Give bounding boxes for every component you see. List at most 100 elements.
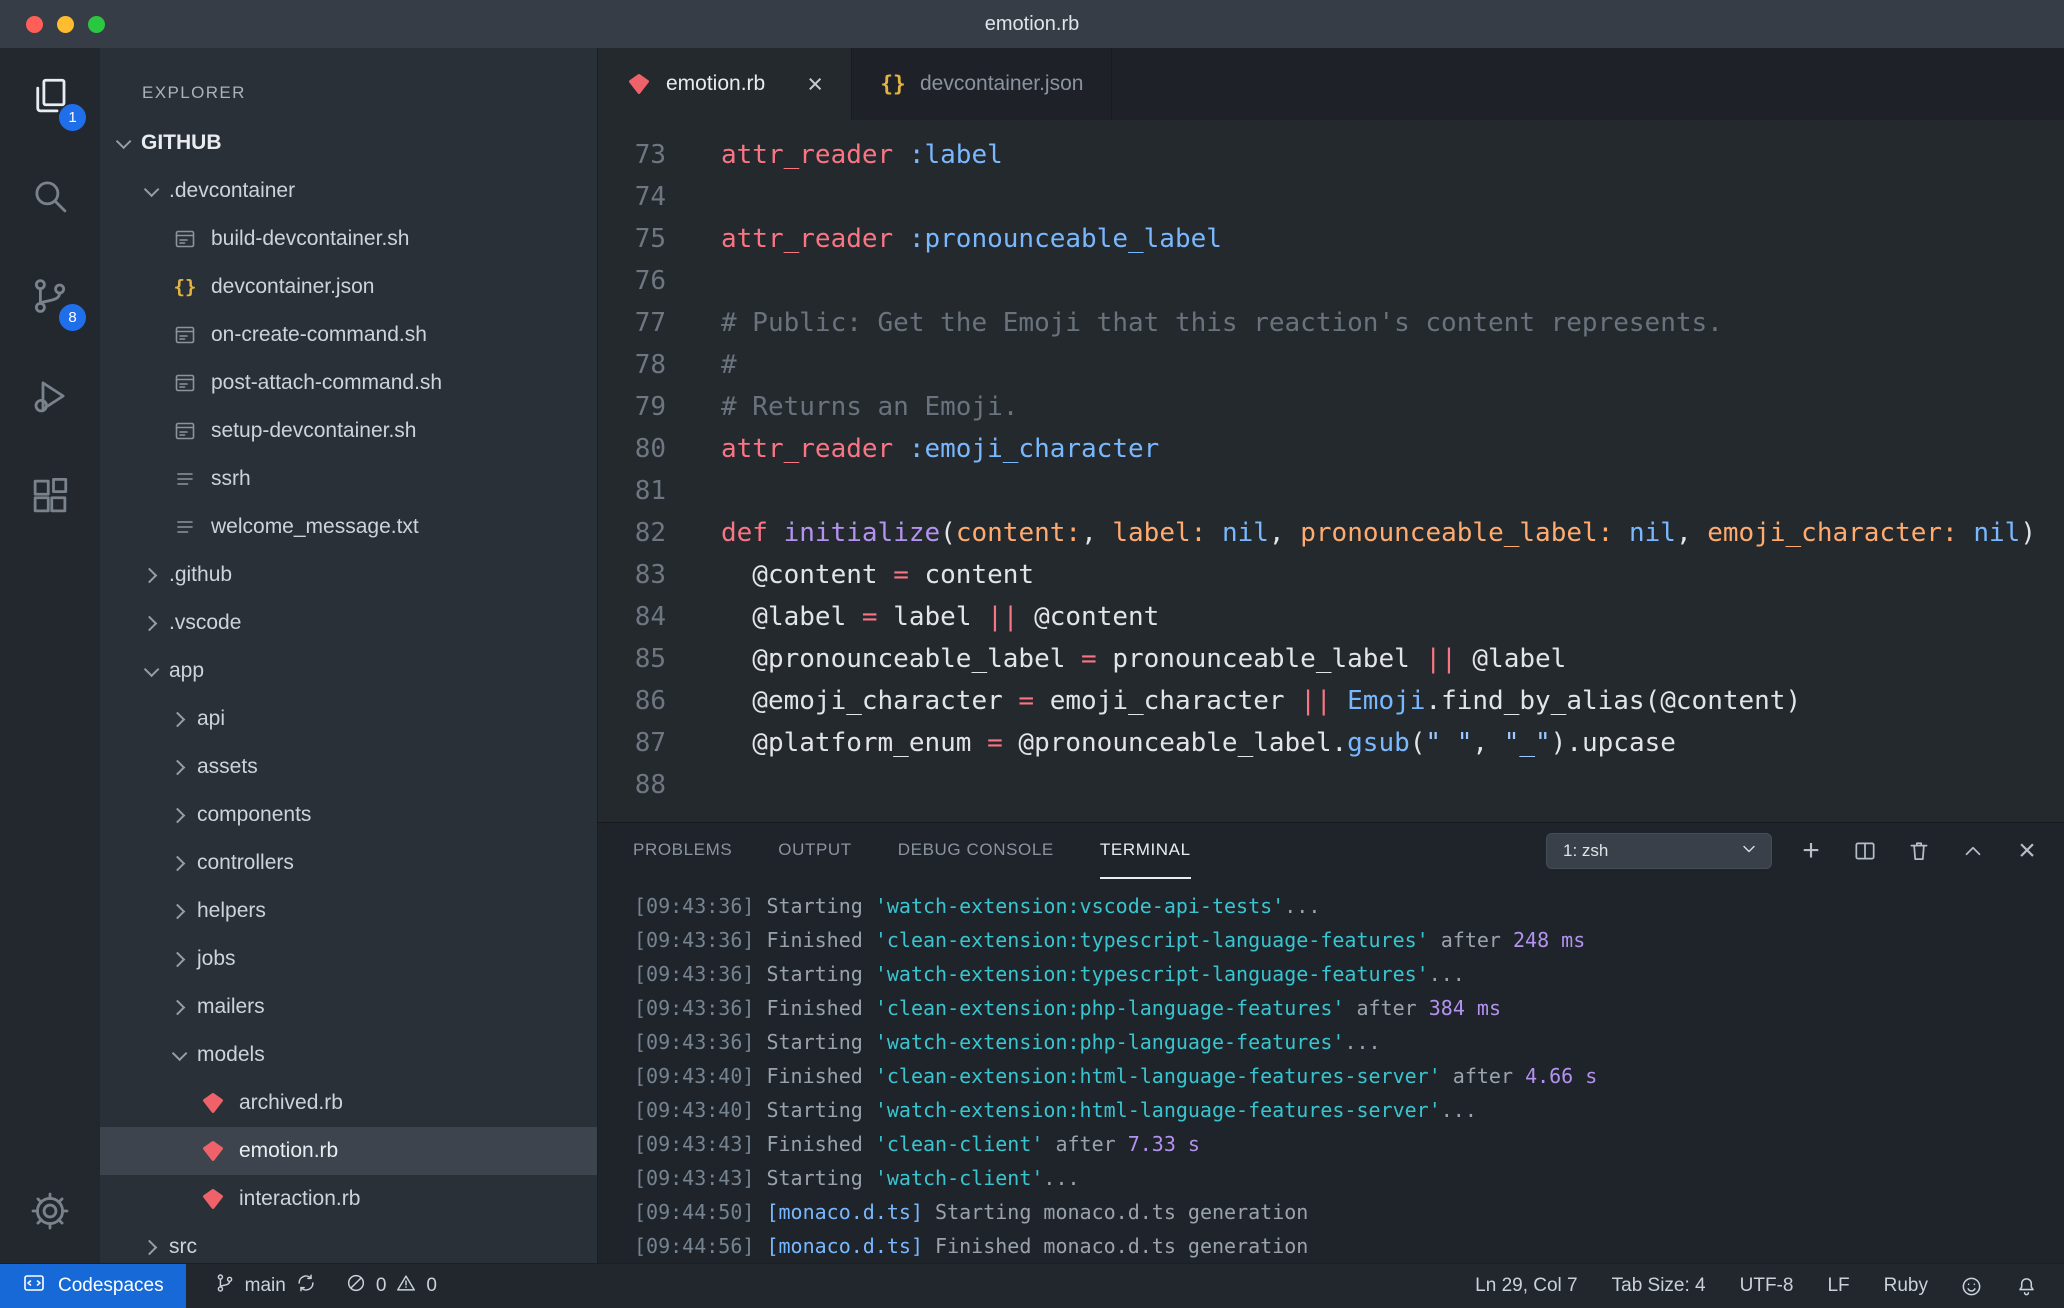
- tree-item-src[interactable]: src: [100, 1223, 597, 1263]
- terminal-token: [09:43:36]: [634, 928, 767, 952]
- code-line[interactable]: 87 @platform_enum = @pronounceable_label…: [598, 722, 2064, 764]
- terminal-line: [09:43:36] Starting 'watch-extension:vsc…: [634, 889, 2064, 923]
- tree-root-github[interactable]: GITHUB: [100, 119, 597, 167]
- tree-item-jobs[interactable]: jobs: [100, 935, 597, 983]
- code-line[interactable]: 73 attr_reader :label: [598, 134, 2064, 176]
- code-line[interactable]: 86 @emoji_character = emoji_character ||…: [598, 680, 2064, 722]
- tree-item-devcontainer[interactable]: .devcontainer: [100, 167, 597, 215]
- tree-item-app[interactable]: app: [100, 647, 597, 695]
- tree-item-post-attach-command-sh[interactable]: post-attach-command.sh: [100, 359, 597, 407]
- activity-source-control-button[interactable]: 8: [0, 248, 100, 348]
- code-line[interactable]: 74: [598, 176, 2064, 218]
- tree-item-archived-rb[interactable]: archived.rb: [100, 1079, 597, 1127]
- tree-item-ssrh[interactable]: ssrh: [100, 455, 597, 503]
- code-line[interactable]: 76: [598, 260, 2064, 302]
- close-panel-button[interactable]: ×: [2012, 836, 2042, 866]
- token: nil: [1221, 518, 1269, 548]
- problems-button[interactable]: 0 0: [345, 1272, 437, 1300]
- tab-size[interactable]: Tab Size: 4: [1612, 1275, 1706, 1297]
- code-line[interactable]: 77 # Public: Get the Emoji that this reac…: [598, 302, 2064, 344]
- tree-item-helpers[interactable]: helpers: [100, 887, 597, 935]
- tree-item-build-devcontainer-sh[interactable]: build-devcontainer.sh: [100, 215, 597, 263]
- terminal-selector[interactable]: 1: zsh: [1546, 833, 1772, 869]
- terminal-token: ...: [1344, 1030, 1381, 1054]
- split-terminal-button[interactable]: [1850, 836, 1880, 866]
- line-number: 85: [634, 644, 666, 674]
- eol-lf[interactable]: LF: [1827, 1275, 1849, 1297]
- panel-tab-terminal[interactable]: TERMINAL: [1099, 823, 1191, 879]
- token: emoji_character:: [1707, 518, 1958, 548]
- close-window-button[interactable]: [26, 15, 43, 33]
- code-line[interactable]: 88: [598, 764, 2064, 806]
- language-mode[interactable]: Ruby: [1884, 1275, 1928, 1297]
- tree-item-setup-devcontainer-sh[interactable]: setup-devcontainer.sh: [100, 407, 597, 455]
- zoom-window-button[interactable]: [88, 15, 105, 33]
- code-text: @label = label || @content: [666, 596, 1159, 638]
- tree-item-api[interactable]: api: [100, 695, 597, 743]
- cursor-position[interactable]: Ln 29, Col 7: [1475, 1275, 1577, 1297]
- tab-emotion-rb[interactable]: emotion.rb ×: [598, 48, 852, 120]
- panel-tab-problems[interactable]: PROBLEMS: [633, 823, 732, 879]
- tree-item-assets[interactable]: assets: [100, 743, 597, 791]
- tree-item-github[interactable]: .github: [100, 551, 597, 599]
- activity-bar: 1 8: [0, 48, 100, 1263]
- feedback-smiley-button[interactable]: [1960, 1275, 1983, 1298]
- git-branch-button[interactable]: main: [214, 1272, 317, 1300]
- new-terminal-button[interactable]: +: [1796, 836, 1826, 866]
- tree-item-models[interactable]: models: [100, 1031, 597, 1079]
- terminal-token: [09:43:43]: [634, 1166, 767, 1190]
- code-line[interactable]: 78 #: [598, 344, 2064, 386]
- chevron-down-icon: [143, 181, 160, 197]
- code-line[interactable]: 80 attr_reader :emoji_character: [598, 428, 2064, 470]
- terminal-token: [monaco.d.ts]: [766, 1200, 923, 1224]
- token: @pronounceable_label.: [1002, 728, 1348, 758]
- vscode-window: emotion.rb 1 8 EXPLORER GITHUB .devcontai…: [0, 0, 2064, 1308]
- maximize-panel-button[interactable]: [1958, 836, 1988, 866]
- code-line[interactable]: 79 # Returns an Emoji.: [598, 386, 2064, 428]
- minimize-window-button[interactable]: [57, 15, 74, 33]
- sync-icon: [295, 1272, 317, 1300]
- activity-run-debug-button[interactable]: [0, 348, 100, 448]
- notifications-bell-button[interactable]: [2015, 1275, 2038, 1298]
- code-line[interactable]: 84 @label = label || @content: [598, 596, 2064, 638]
- code-line[interactable]: 82 def initialize(content:, label: nil, p…: [598, 512, 2064, 554]
- terminal-token: Finished monaco.d.ts generation: [923, 1234, 1309, 1258]
- terminal-token: [09:43:36]: [634, 996, 767, 1020]
- code-editor[interactable]: 73 attr_reader :label 74 75 attr_reader :pro…: [598, 120, 2064, 870]
- terminal-token: [09:44:56]: [634, 1234, 767, 1258]
- tree-item-controllers[interactable]: controllers: [100, 839, 597, 887]
- tree-item-devcontainer-json[interactable]: {} devcontainer.json: [100, 263, 597, 311]
- token: ||: [987, 602, 1019, 632]
- panel-tab-debug-console[interactable]: DEBUG CONSOLE: [898, 823, 1054, 879]
- tree-item-mailers[interactable]: mailers: [100, 983, 597, 1031]
- code-line[interactable]: 83 @content = content: [598, 554, 2064, 596]
- codespaces-remote-button[interactable]: Codespaces: [0, 1263, 186, 1308]
- codespaces-icon: [22, 1271, 46, 1301]
- terminal-output[interactable]: [09:43:36] Starting 'watch-extension:vsc…: [598, 879, 2064, 1263]
- code-line[interactable]: 81: [598, 470, 2064, 512]
- tree-item-interaction-rb[interactable]: interaction.rb: [100, 1175, 597, 1223]
- tree-item-on-create-command-sh[interactable]: on-create-command.sh: [100, 311, 597, 359]
- tree-item-components[interactable]: components: [100, 791, 597, 839]
- kill-terminal-button[interactable]: [1904, 836, 1934, 866]
- settings-gear-button[interactable]: [0, 1163, 100, 1263]
- tree-item-vscode[interactable]: .vscode: [100, 599, 597, 647]
- code-line[interactable]: 85 @pronounceable_label = pronounceable_…: [598, 638, 2064, 680]
- terminal-token: Starting: [766, 1098, 875, 1122]
- terminal-line: [09:44:50] [monaco.d.ts] Starting monaco…: [634, 1195, 2064, 1229]
- tab-devcontainer-json[interactable]: {} devcontainer.json: [852, 48, 1113, 120]
- ruby-file-icon: [626, 71, 652, 97]
- close-tab-icon[interactable]: ×: [807, 70, 823, 98]
- titlebar: emotion.rb: [0, 0, 2064, 48]
- token: =: [893, 560, 909, 590]
- encoding-utf8[interactable]: UTF-8: [1740, 1275, 1794, 1297]
- panel-tab-output[interactable]: OUTPUT: [778, 823, 851, 879]
- tree-item-emotion-rb[interactable]: emotion.rb: [100, 1127, 597, 1175]
- activity-extensions-button[interactable]: [0, 448, 100, 548]
- tree-item-welcome-message-txt[interactable]: welcome_message.txt: [100, 503, 597, 551]
- code-line[interactable]: 75 attr_reader :pronounceable_label: [598, 218, 2064, 260]
- activity-explorer-button[interactable]: 1: [0, 48, 100, 148]
- activity-search-button[interactable]: [0, 148, 100, 248]
